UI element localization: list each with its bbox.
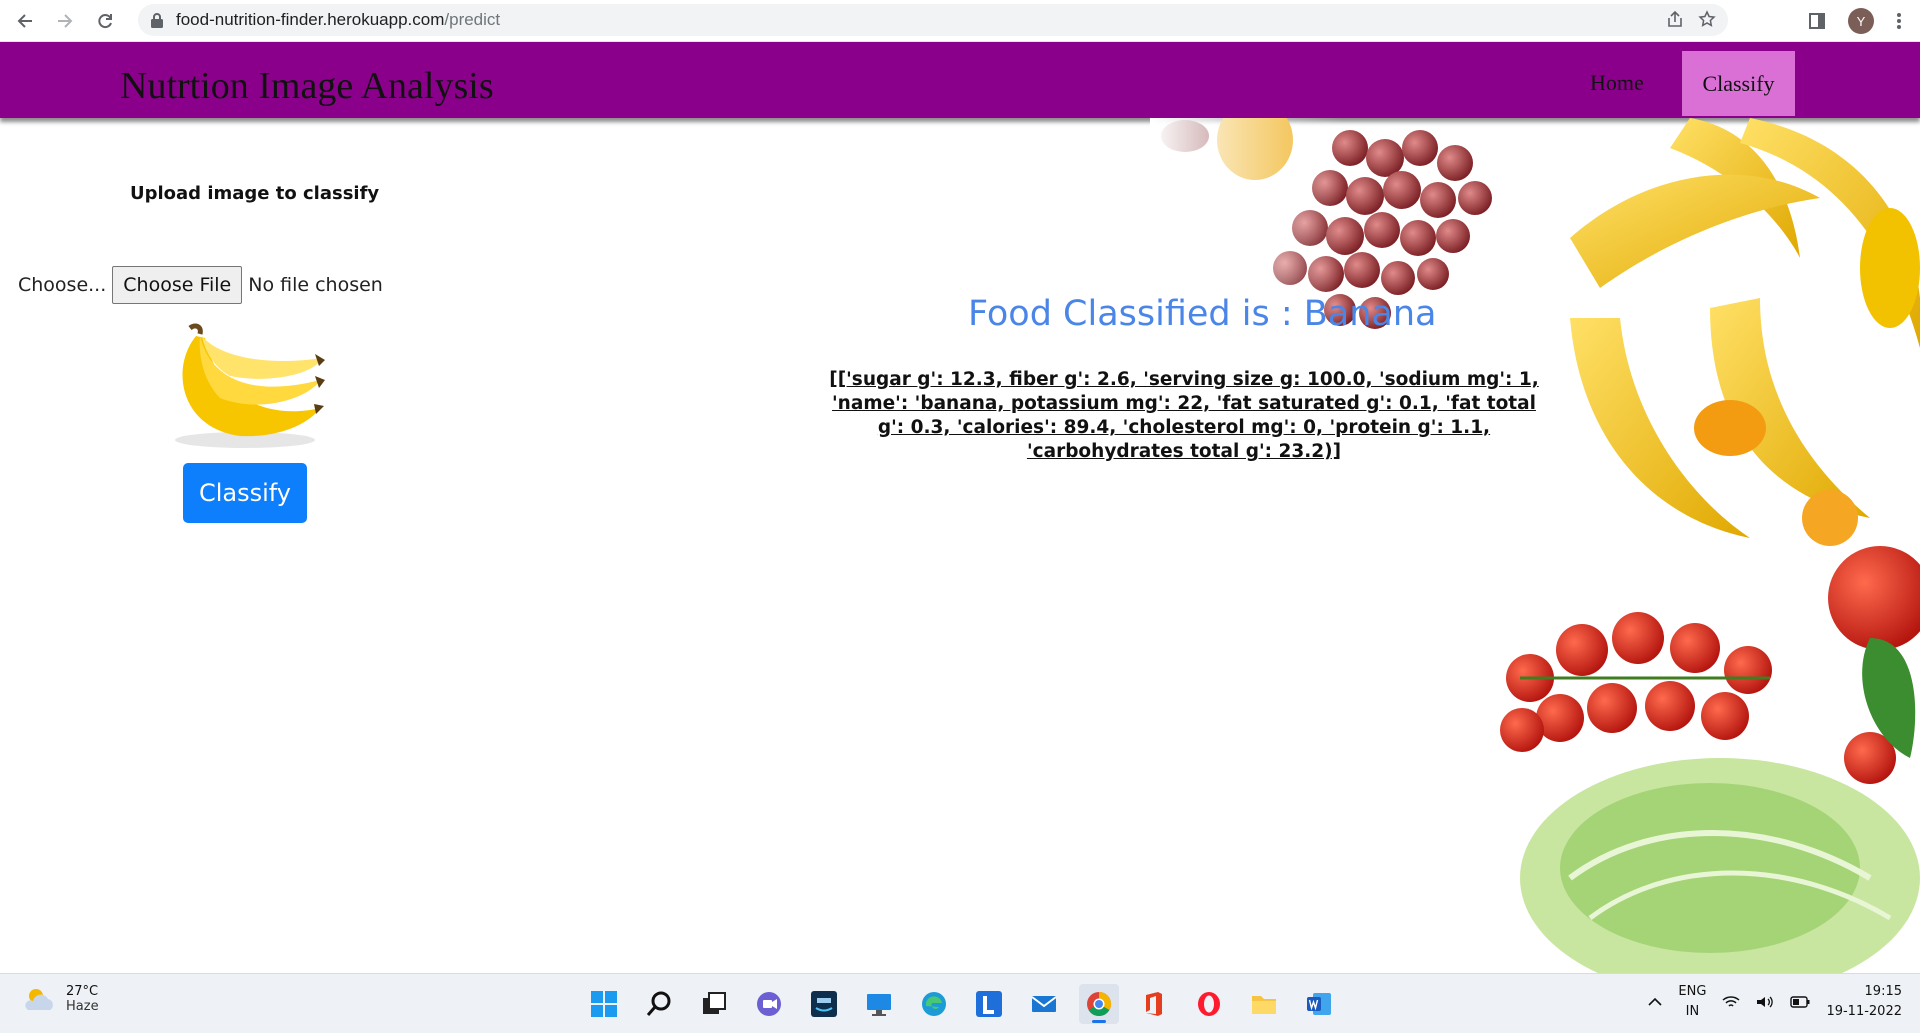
wifi-icon[interactable] <box>1722 995 1740 1009</box>
nav-classify-link[interactable]: Classify <box>1682 51 1795 116</box>
lock-icon <box>151 13 163 28</box>
classify-button[interactable]: Classify <box>183 463 307 523</box>
file-status-text: No file chosen <box>248 274 383 296</box>
search-icon[interactable] <box>639 984 679 1024</box>
back-icon[interactable] <box>10 6 40 36</box>
edge-browser-icon[interactable] <box>914 984 954 1024</box>
opera-browser-icon[interactable] <box>1189 984 1229 1024</box>
clock-time: 19:15 <box>1864 984 1902 999</box>
mail-icon[interactable] <box>1024 984 1064 1024</box>
clock-date: 19-11-2022 <box>1826 1004 1902 1019</box>
chevron-up-icon[interactable] <box>1648 997 1662 1007</box>
reload-icon[interactable] <box>90 6 120 36</box>
site-brand[interactable]: Nutrtion Image Analysis <box>120 64 494 108</box>
system-tray: ENG IN 19:15 19-11-2022 <box>1648 982 1902 1022</box>
word-icon[interactable] <box>1299 984 1339 1024</box>
file-upload-row: Choose... Choose File No file chosen <box>18 266 383 304</box>
cloud-sun-icon <box>25 989 53 1010</box>
nav-home-link[interactable]: Home <box>1590 70 1644 96</box>
volume-icon[interactable] <box>1756 995 1774 1009</box>
star-icon[interactable] <box>1698 10 1716 28</box>
start-icon[interactable] <box>584 984 624 1024</box>
url-host: food-nutrition-finder.herokuapp.com <box>176 10 445 29</box>
chrome-browser-icon[interactable] <box>1079 984 1119 1024</box>
region-code: IN <box>1685 1004 1700 1019</box>
taskbar-apps <box>584 984 1339 1024</box>
uploaded-banana-image <box>175 323 325 448</box>
browser-toolbar: food-nutrition-finder.herokuapp.com/pred… <box>0 0 1920 42</box>
address-bar[interactable]: food-nutrition-finder.herokuapp.com/pred… <box>138 4 1728 36</box>
windows-taskbar: 27°C Haze ENG IN 19:15 19-11-2022 <box>0 973 1920 1033</box>
l-app-icon[interactable] <box>969 984 1009 1024</box>
share-icon[interactable] <box>1666 10 1684 28</box>
weather-widget[interactable]: 27°C Haze <box>22 984 99 1014</box>
forward-icon[interactable] <box>50 6 80 36</box>
choose-file-button[interactable]: Choose File <box>112 266 243 304</box>
url-path: /predict <box>444 10 501 29</box>
language-indicator[interactable]: ENG IN <box>1678 982 1706 1022</box>
site-navbar: Nutrtion Image Analysis Home Classify <box>0 42 1920 118</box>
language-code: ENG <box>1678 984 1707 999</box>
file-explorer-icon[interactable] <box>1244 984 1284 1024</box>
upload-heading: Upload image to classify <box>130 183 380 204</box>
weather-temperature: 27°C <box>66 984 99 999</box>
fruit-vegetable-background-image <box>1150 118 1920 973</box>
choose-label: Choose... <box>18 274 107 296</box>
task-view-icon[interactable] <box>694 984 734 1024</box>
result-title: Food Classified is : Banana <box>968 294 1437 334</box>
clock[interactable]: 19:15 19-11-2022 <box>1826 982 1902 1022</box>
remote-desktop-icon[interactable] <box>859 984 899 1024</box>
prime-video-icon[interactable] <box>804 984 844 1024</box>
teams-chat-icon[interactable] <box>749 984 789 1024</box>
nutrition-result-text: [['sugar g': 12.3, fiber g': 2.6, 'servi… <box>829 369 1539 462</box>
battery-icon[interactable] <box>1790 996 1810 1008</box>
profile-avatar[interactable]: Y <box>1848 8 1874 34</box>
office-icon[interactable] <box>1134 984 1174 1024</box>
more-menu-icon[interactable] <box>1896 12 1902 30</box>
weather-condition: Haze <box>66 999 99 1014</box>
side-panel-icon[interactable] <box>1808 12 1826 30</box>
